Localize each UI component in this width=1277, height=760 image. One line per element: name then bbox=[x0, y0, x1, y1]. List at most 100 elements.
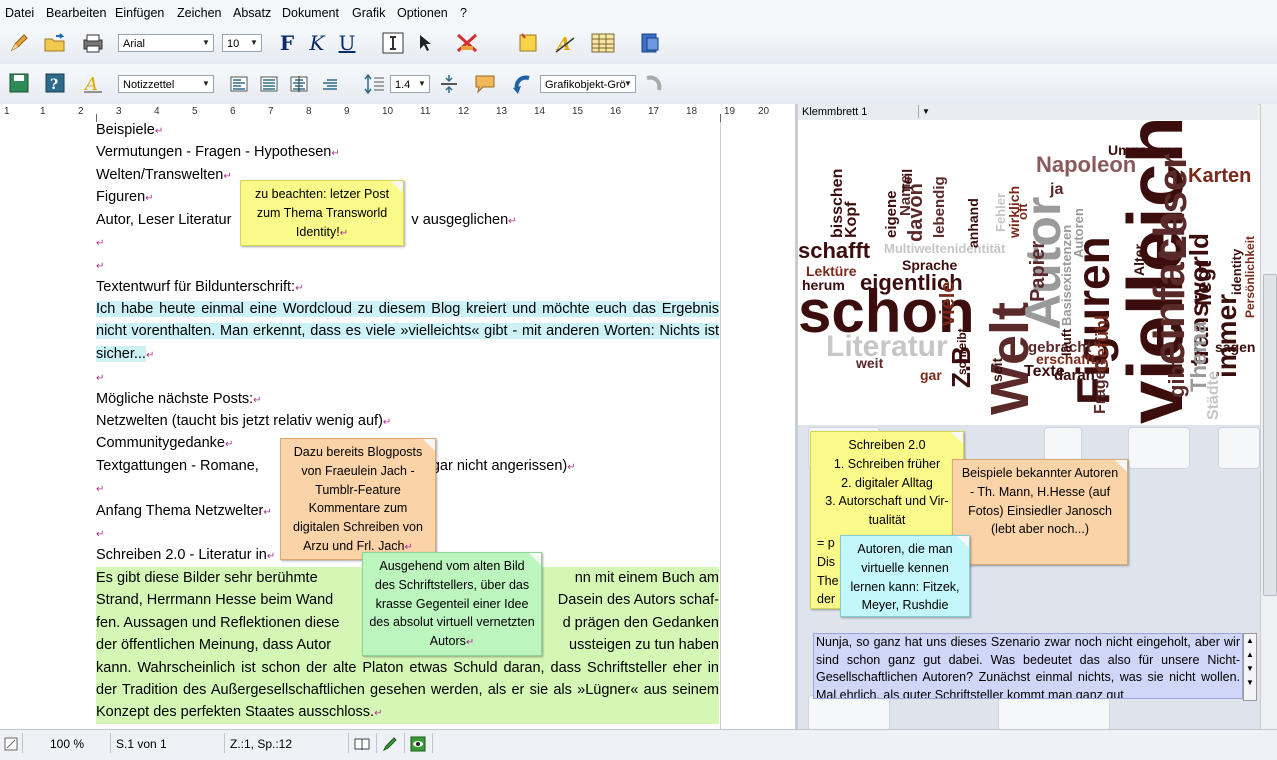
align-center-icon[interactable] bbox=[286, 71, 312, 97]
font-name-select[interactable]: Arial ▼ bbox=[118, 34, 214, 52]
doc-empty-line: ↵ bbox=[96, 238, 105, 249]
sticky-note-writer-image[interactable]: Ausgehend vom alten Bild des Schriftstel… bbox=[362, 552, 542, 656]
document-editor[interactable]: Beispiele↵ Vermutungen - Fragen - Hypoth… bbox=[0, 122, 795, 729]
cloud-word: lebendig bbox=[931, 176, 948, 238]
bold-button[interactable]: F bbox=[274, 30, 300, 56]
menu-zeichen[interactable]: Zeichen bbox=[177, 6, 221, 20]
underline-button[interactable]: U bbox=[334, 30, 360, 56]
zoom-icon[interactable] bbox=[4, 737, 18, 751]
cloud-word: Multiweltenidentität bbox=[884, 241, 1006, 256]
clip-note-beispiele[interactable]: Beispiele bekannter Autoren - Th. Mann, … bbox=[952, 459, 1128, 565]
pencil-icon[interactable] bbox=[6, 30, 32, 56]
cloud-word: seit bbox=[989, 357, 1005, 382]
textbox-scrollbar[interactable]: ▲ ▲ ▼ ▼ bbox=[1243, 633, 1257, 701]
ruler-number: 14 bbox=[534, 106, 546, 117]
cloud-word: Fragen bbox=[1092, 360, 1109, 414]
sticky-note-blogposts[interactable]: Dazu bereits Blogposts von Fraeulein Jac… bbox=[280, 438, 436, 560]
cloud-word: schafft bbox=[798, 238, 871, 263]
sticky-note-transworld[interactable]: zu beachten: letzer Post zum Thema Trans… bbox=[240, 180, 404, 246]
cut-tools-icon[interactable] bbox=[454, 30, 480, 56]
ruler-right-margin-marker[interactable] bbox=[720, 114, 721, 122]
ruler-number: 8 bbox=[306, 106, 312, 117]
cloud-word: immer bbox=[1211, 293, 1242, 378]
svg-text:?: ? bbox=[50, 77, 58, 93]
cursor-position: Z.:1, Sp.:12 bbox=[230, 737, 293, 751]
zoom-level[interactable]: 100 % bbox=[50, 737, 84, 751]
italic-button[interactable]: K bbox=[304, 30, 330, 56]
align-justify-icon[interactable] bbox=[256, 71, 282, 97]
menu-dokument[interactable]: Dokument bbox=[282, 6, 339, 20]
text-style-icon[interactable]: A bbox=[552, 30, 578, 56]
line-spacing-select[interactable]: 1.4 ▼ bbox=[390, 75, 430, 93]
clip-item[interactable] bbox=[998, 695, 1110, 729]
menu-bar: Datei Bearbeiten Einfügen Zeichen Absatz… bbox=[0, 0, 1277, 27]
cloud-word: gibt bbox=[1164, 357, 1189, 398]
save-icon[interactable] bbox=[6, 70, 32, 96]
sticky-note-icon[interactable] bbox=[515, 30, 541, 56]
clip-item[interactable] bbox=[1128, 427, 1190, 469]
ruler-number: 2 bbox=[78, 106, 84, 117]
clip-text-box[interactable]: Nunja, so ganz hat uns dieses Szenario z… bbox=[813, 633, 1243, 699]
comment-icon[interactable] bbox=[472, 71, 498, 97]
svg-text:A: A bbox=[83, 74, 98, 94]
open-folder-icon[interactable] bbox=[42, 30, 68, 56]
cloud-word: Sprache bbox=[902, 257, 958, 273]
paragraph-style-select[interactable]: Notizzettel ▼ bbox=[118, 75, 214, 93]
font-size-select[interactable]: 10 ▼ bbox=[222, 34, 262, 52]
cloud-word: Fehler bbox=[993, 192, 1008, 232]
ruler-number: 18 bbox=[686, 106, 698, 117]
text-cursor-icon[interactable] bbox=[380, 30, 406, 56]
align-left-icon[interactable] bbox=[226, 71, 252, 97]
doc-empty-line: ↵ bbox=[96, 261, 105, 272]
menu-grafik[interactable]: Grafik bbox=[352, 6, 385, 20]
ruler-number: 4 bbox=[154, 106, 160, 117]
pen-icon[interactable] bbox=[382, 736, 398, 755]
align-right-icon[interactable] bbox=[316, 71, 342, 97]
cloud-word: anhand bbox=[965, 198, 981, 248]
scrollbar-thumb[interactable] bbox=[1263, 274, 1277, 596]
menu-datei[interactable]: Datei bbox=[5, 6, 34, 20]
panel-icon[interactable] bbox=[636, 30, 662, 56]
pointer-icon[interactable] bbox=[412, 30, 438, 56]
menu-einfuegen[interactable]: Einfügen bbox=[115, 6, 164, 20]
menu-bearbeiten[interactable]: Bearbeiten bbox=[46, 6, 106, 20]
clip-item[interactable] bbox=[1218, 427, 1260, 469]
horizontal-ruler: 1 1 2 3 4 5 6 7 8 9 10 11 12 13 14 15 16… bbox=[0, 104, 795, 123]
menu-help[interactable]: ? bbox=[460, 6, 467, 20]
clip-note-autoren[interactable]: Autoren, die man virtuelle kennen lernen… bbox=[840, 535, 970, 617]
line-spacing-icon[interactable] bbox=[362, 71, 388, 97]
clipboard-title: Klemmbrett 1 bbox=[802, 106, 868, 118]
page-indicator: S.1 von 1 bbox=[116, 737, 167, 751]
save-help-icon[interactable]: ? bbox=[42, 70, 68, 96]
book-icon[interactable] bbox=[354, 737, 370, 754]
cloud-word: weit bbox=[856, 355, 884, 371]
ruler-number: 1 bbox=[4, 106, 10, 117]
cloud-word: Literatur bbox=[826, 330, 948, 363]
ruler-number: 5 bbox=[192, 106, 198, 117]
ruler-indent-marker[interactable] bbox=[96, 114, 97, 122]
eye-icon[interactable] bbox=[410, 736, 426, 755]
graphic-object-select[interactable]: Grafikobjekt-Grö ▼ bbox=[540, 75, 636, 93]
cloud-word: gar bbox=[920, 367, 942, 383]
cloud-word: liegt bbox=[1191, 260, 1216, 306]
menu-optionen[interactable]: Optionen bbox=[397, 6, 448, 20]
undo-icon[interactable] bbox=[510, 71, 536, 97]
ruler-number: 1 bbox=[40, 106, 46, 117]
ruler-number: 17 bbox=[648, 106, 660, 117]
table-icon[interactable] bbox=[590, 30, 616, 56]
menu-absatz[interactable]: Absatz bbox=[233, 6, 271, 20]
style-format-icon[interactable]: A bbox=[80, 70, 106, 96]
wordcloud-image[interactable]: vielleicht schon Welt Figuren einfach Au… bbox=[798, 120, 1260, 425]
doc-line: Welten/Transwelten↵ bbox=[96, 167, 232, 183]
print-icon[interactable] bbox=[80, 30, 106, 56]
paragraph-spacing-icon[interactable] bbox=[436, 71, 462, 97]
clipboard-dropdown[interactable]: ▼ bbox=[918, 105, 933, 118]
ruler-number: 11 bbox=[420, 106, 431, 117]
main-vertical-scrollbar[interactable] bbox=[1260, 104, 1277, 729]
clip-item[interactable] bbox=[808, 695, 890, 729]
cloud-word: Karten bbox=[1188, 165, 1252, 187]
cloud-word: ja bbox=[1050, 181, 1064, 198]
redo-icon[interactable] bbox=[640, 71, 666, 97]
cloud-word: sagen bbox=[1215, 339, 1256, 355]
ruler-number: 20 bbox=[758, 106, 770, 117]
